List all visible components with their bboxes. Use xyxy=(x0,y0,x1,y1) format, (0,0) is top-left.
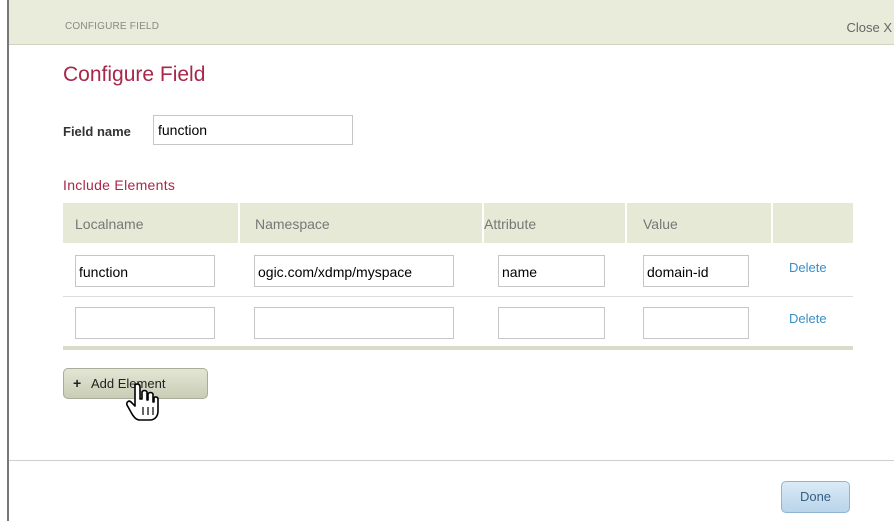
attribute-input[interactable] xyxy=(498,307,605,339)
field-name-label: Field name xyxy=(63,124,131,139)
table-header: Localname Namespace Attribute Value xyxy=(63,203,853,243)
titlebar-text: CONFIGURE FIELD xyxy=(65,21,160,32)
value-input[interactable]: domain-id xyxy=(643,255,749,287)
value-input[interactable] xyxy=(643,307,749,339)
delete-link[interactable]: Delete xyxy=(789,311,827,326)
header-divider xyxy=(625,203,627,243)
window-left-edge xyxy=(0,0,9,521)
header-divider xyxy=(771,203,773,243)
header-localname: Localname xyxy=(75,216,144,232)
header-divider xyxy=(238,203,240,243)
namespace-input[interactable]: ogic.com/xdmp/myspace xyxy=(254,255,454,287)
localname-input[interactable] xyxy=(75,307,215,339)
field-name-input[interactable]: function xyxy=(153,115,353,145)
close-button[interactable]: Close X xyxy=(846,20,892,35)
localname-input[interactable]: function xyxy=(75,255,215,287)
include-elements-heading: Include Elements xyxy=(63,177,176,193)
footer-divider xyxy=(9,460,894,461)
attribute-input[interactable]: name xyxy=(498,255,605,287)
table-bottom-border xyxy=(63,346,853,350)
page-title: Configure Field xyxy=(63,63,206,86)
header-attribute: Attribute xyxy=(484,216,537,232)
hand-cursor-icon xyxy=(126,383,159,421)
done-button[interactable]: Done xyxy=(781,481,850,513)
header-value: Value xyxy=(643,216,678,232)
header-namespace: Namespace xyxy=(255,216,330,232)
plus-icon: + xyxy=(73,375,82,391)
namespace-input[interactable] xyxy=(254,307,454,339)
delete-link[interactable]: Delete xyxy=(789,260,827,275)
dialog-titlebar: CONFIGURE FIELD Close X xyxy=(9,0,894,45)
row-divider xyxy=(63,296,853,297)
